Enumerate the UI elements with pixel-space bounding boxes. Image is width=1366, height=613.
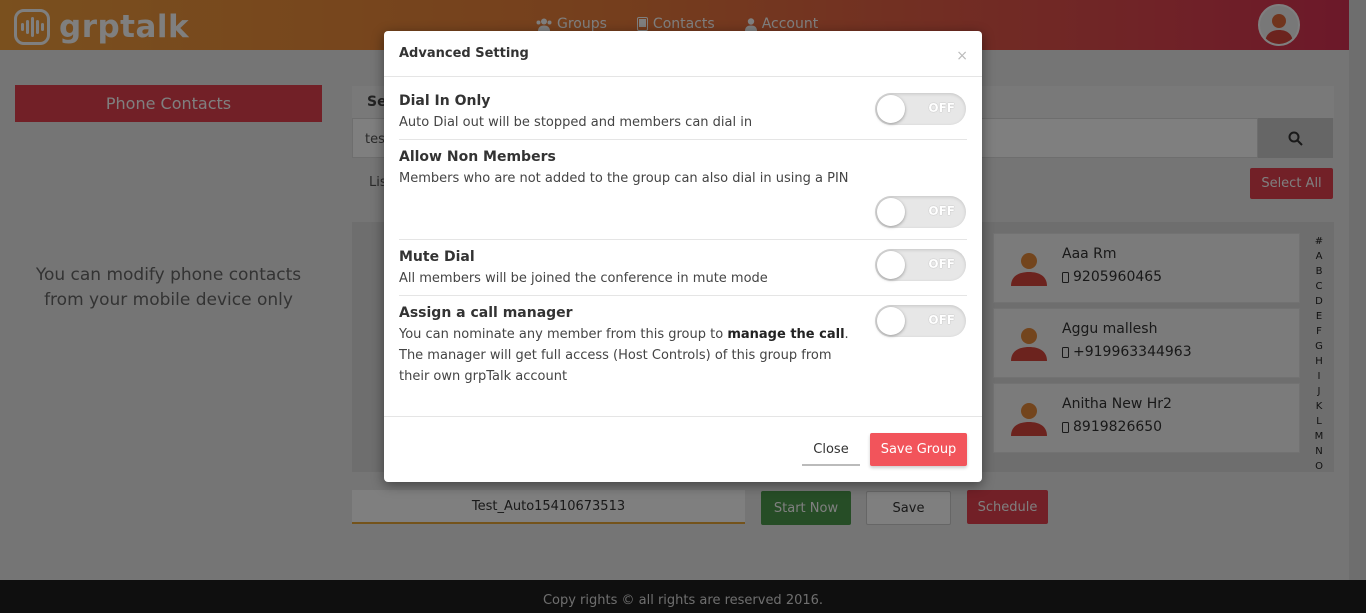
advanced-setting-dialog: Advanced Setting × Dial In Only Auto Dia… xyxy=(384,31,982,482)
setting-title: Allow Non Members xyxy=(399,149,556,165)
toggle-state: OFF xyxy=(928,101,955,115)
setting-description: You can nominate any member from this gr… xyxy=(399,324,859,387)
desc-emphasis: manage the call xyxy=(727,327,845,342)
toggle-knob xyxy=(877,251,905,279)
toggle-state: OFF xyxy=(928,313,955,327)
close-button[interactable]: Close xyxy=(802,434,860,466)
allow-non-members-toggle[interactable]: OFF xyxy=(875,196,966,228)
toggle-state: OFF xyxy=(928,204,955,218)
toggle-knob xyxy=(877,307,905,335)
toggle-knob xyxy=(877,198,905,226)
setting-allow-non-members: Allow Non Members Members who are not ad… xyxy=(399,149,967,189)
toggle-knob xyxy=(877,95,905,123)
setting-description: Members who are not added to the group c… xyxy=(399,171,849,186)
mute-dial-toggle[interactable]: OFF xyxy=(875,249,966,281)
setting-assign-call-manager: Assign a call manager You can nominate a… xyxy=(399,305,859,387)
toggle-state: OFF xyxy=(928,257,955,271)
setting-title: Assign a call manager xyxy=(399,305,573,321)
divider xyxy=(399,295,967,296)
assign-call-manager-toggle[interactable]: OFF xyxy=(875,305,966,337)
dialog-title: Advanced Setting xyxy=(399,46,529,61)
desc-text: You can nominate any member from this gr… xyxy=(399,327,728,342)
dialog-header: Advanced Setting × xyxy=(384,31,982,77)
close-icon[interactable]: × xyxy=(956,48,968,64)
save-group-button[interactable]: Save Group xyxy=(870,433,967,466)
dialog-footer: Close Save Group xyxy=(384,416,982,482)
dial-in-only-toggle[interactable]: OFF xyxy=(875,93,966,125)
divider xyxy=(399,139,967,140)
divider xyxy=(399,239,967,240)
